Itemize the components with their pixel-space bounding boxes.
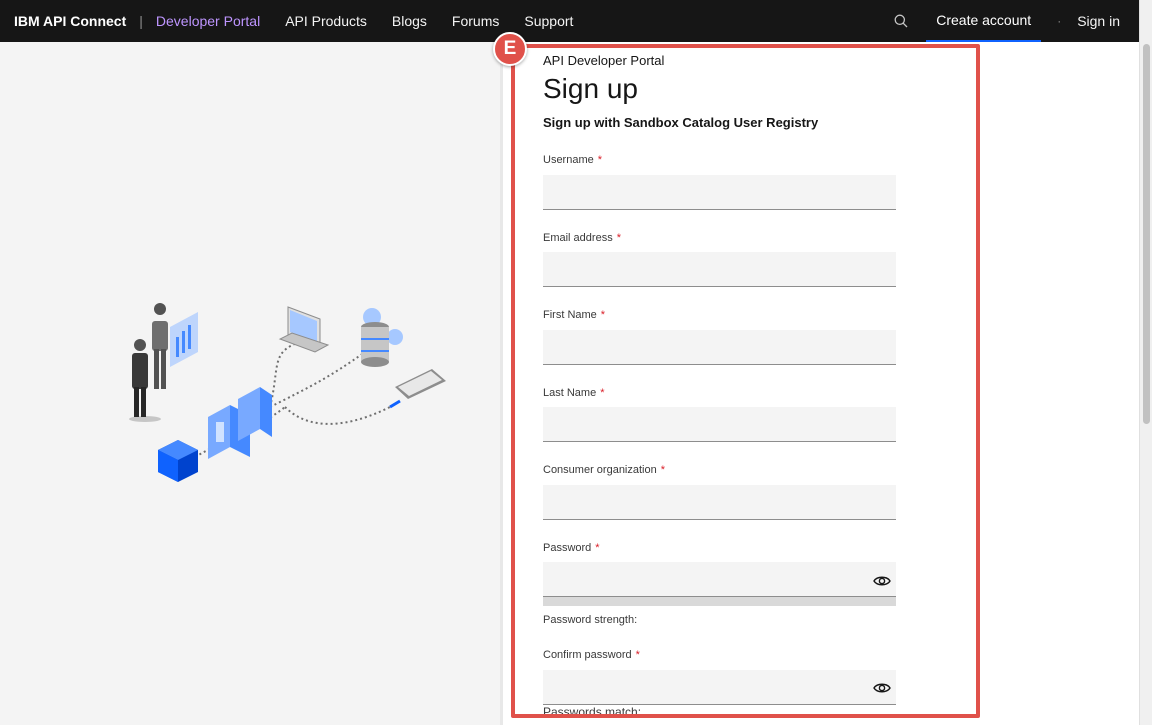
illustration-pane (0, 42, 500, 725)
create-account-link[interactable]: Create account (926, 0, 1042, 42)
nav-link-developer-portal[interactable]: Developer Portal (156, 13, 260, 29)
annotation-highlight-box (511, 44, 980, 718)
sign-in-link[interactable]: Sign in (1077, 13, 1120, 29)
nav-link-forums[interactable]: Forums (452, 13, 499, 29)
top-navigation: IBM API Connect | Developer Portal API P… (0, 0, 1139, 42)
brand-name[interactable]: IBM API Connect (14, 13, 126, 29)
nav-actions: Create account · Sign in (880, 0, 1139, 42)
nav-link-api-products[interactable]: API Products (285, 13, 367, 29)
nav-dot-separator: · (1057, 14, 1062, 28)
brand-separator: | (139, 13, 143, 29)
annotation-marker-badge: E (493, 32, 527, 66)
page-scrollbar[interactable] (1139, 0, 1152, 725)
api-integration-illustration (129, 303, 446, 482)
scrollbar-thumb[interactable] (1143, 44, 1150, 424)
search-icon[interactable] (880, 0, 922, 42)
nav-link-blogs[interactable]: Blogs (392, 13, 427, 29)
nav-link-support[interactable]: Support (524, 13, 573, 29)
